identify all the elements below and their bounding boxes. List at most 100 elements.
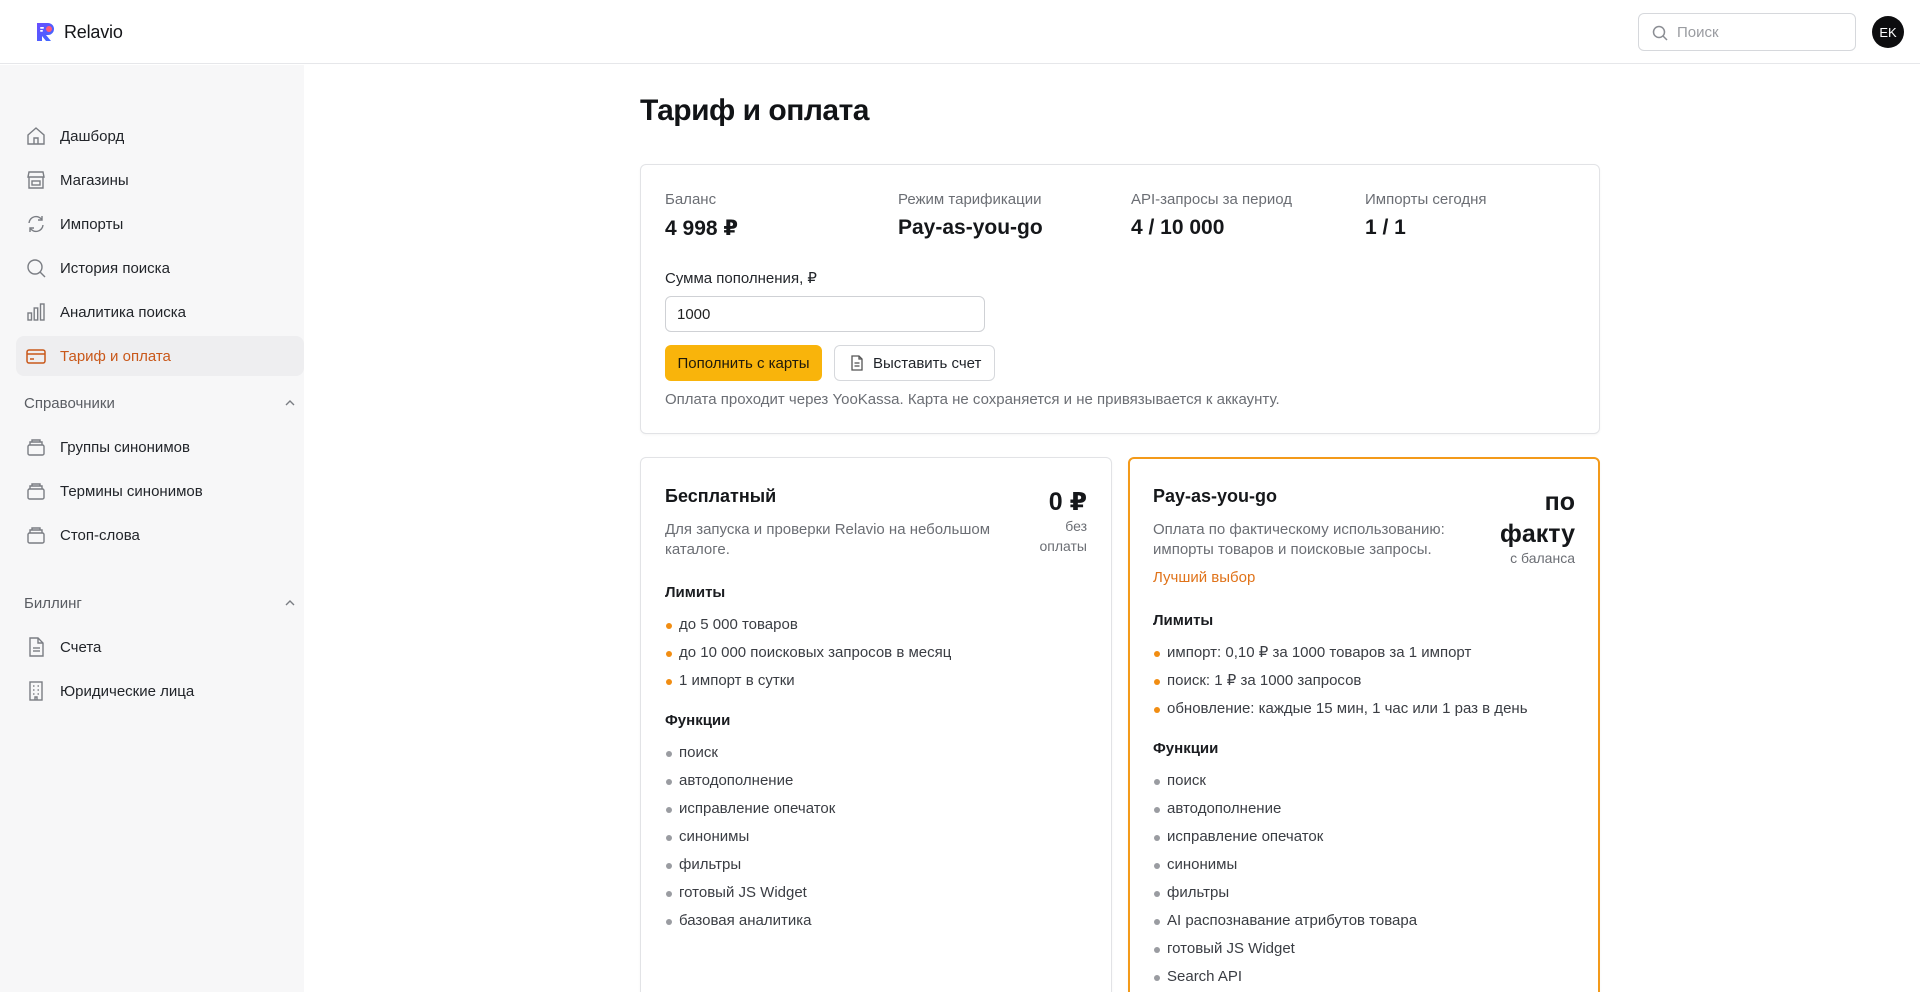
list-item: готовый JS Widget [1153, 939, 1417, 967]
sidebar-item-label: Тариф и оплата [60, 347, 171, 365]
stat-billing-mode: Режим тарификации Pay-as-you-go [898, 191, 1043, 240]
stat-value: Pay-as-you-go [898, 216, 1043, 239]
features-title: Функции [665, 712, 731, 729]
stat-api-requests: API-запросы за период 4 / 10 000 [1131, 191, 1292, 240]
plan-card-free: Бесплатный Для запуска и проверки Relavi… [640, 457, 1112, 992]
sidebar-item-label: История поиска [60, 259, 170, 277]
plan-price-note: без [1065, 518, 1087, 534]
chevron-up-icon [285, 600, 295, 606]
stat-label: Режим тарификации [898, 191, 1042, 208]
plan-card-pay-as-you-go: Pay-as-you-go Оплата по фактическому исп… [1128, 457, 1600, 992]
plan-price: факту [1499, 520, 1575, 548]
home-icon [27, 127, 45, 145]
issue-invoice-button[interactable]: Выставить счет [834, 345, 995, 381]
sidebar-item-imports[interactable]: Импорты [16, 204, 304, 244]
stat-balance: Баланс 4 998 ₽ [665, 191, 738, 241]
sidebar-item-label: Юридические лица [60, 682, 195, 700]
stat-label: Баланс [665, 191, 717, 208]
limits-list: до 5 000 товаров до 10 000 поисковых зап… [665, 615, 951, 699]
stat-label: Импорты сегодня [1365, 191, 1487, 208]
sidebar: Дашборд Магазины Импорты История поиска … [0, 65, 304, 992]
list-item: обновление: каждые 15 мин, 1 час или 1 р… [1153, 699, 1528, 727]
section-billing-toggle[interactable]: Биллинг [24, 591, 296, 615]
issue-invoice-label: Выставить счет [873, 354, 982, 372]
stat-imports-today: Импорты сегодня 1 / 1 [1365, 191, 1487, 240]
user-avatar[interactable]: EK [1872, 16, 1904, 48]
list-item: импорт: 0,10 ₽ за 1000 товаров за 1 импо… [1153, 643, 1528, 671]
app-logo[interactable]: Relavio [34, 21, 123, 43]
sidebar-item-invoices[interactable]: Счета [16, 627, 304, 667]
sidebar-item-label: Стоп-слова [60, 526, 140, 544]
sidebar-item-search-analytics[interactable]: Аналитика поиска [16, 292, 304, 332]
list-item: автодополнение [665, 771, 835, 799]
sidebar-item-stores[interactable]: Магазины [16, 160, 304, 200]
features-list: поиск автодополнение исправление опечато… [665, 743, 835, 939]
credit-card-icon [26, 349, 46, 364]
topup-amount-input[interactable] [665, 296, 985, 332]
stack-icon [27, 527, 45, 544]
stat-value: 4 998 ₽ [665, 217, 738, 240]
sidebar-item-label: Аналитика поиска [60, 303, 186, 321]
plan-name: Бесплатный [665, 486, 777, 506]
list-item: до 5 000 товаров [665, 615, 951, 643]
document-icon [29, 637, 44, 657]
search-box[interactable] [1638, 13, 1856, 51]
search-icon [27, 259, 46, 278]
pay-by-card-button[interactable]: Пополнить с карты [665, 345, 822, 381]
section-directories-toggle[interactable]: Справочники [24, 391, 296, 415]
features-list: поиск автодополнение исправление опечато… [1153, 771, 1417, 992]
top-header: Relavio EK [0, 0, 1920, 64]
sidebar-item-label: Счета [60, 638, 102, 656]
list-item: фильтры [665, 855, 835, 883]
sidebar-item-synonym-groups[interactable]: Группы синонимов [16, 427, 304, 467]
list-item: исправление опечаток [1153, 827, 1417, 855]
app-name: Relavio [64, 21, 123, 42]
section-title: Биллинг [24, 594, 82, 612]
sidebar-item-synonym-terms[interactable]: Термины синонимов [16, 471, 304, 511]
list-item: автодополнение [1153, 799, 1417, 827]
list-item: исправление опечаток [665, 799, 835, 827]
plan-name: Pay-as-you-go [1153, 486, 1278, 506]
list-item: фильтры [1153, 883, 1417, 911]
stat-value: 4 / 10 000 [1131, 216, 1225, 239]
sidebar-item-stop-words[interactable]: Стоп-слова [16, 515, 304, 555]
sidebar-item-billing-plan[interactable]: Тариф и оплата [16, 336, 304, 376]
limits-title: Лимиты [1153, 612, 1214, 629]
sidebar-item-dashboard[interactable]: Дашборд [16, 116, 304, 156]
stack-icon [27, 483, 45, 500]
list-item: базовая аналитика [665, 911, 835, 939]
plan-price-note: оплаты [1039, 538, 1088, 554]
logo-icon [37, 23, 54, 41]
sidebar-item-label: Термины синонимов [60, 482, 203, 500]
limits-title: Лимиты [665, 584, 726, 601]
building-icon [29, 681, 43, 701]
stack-icon [27, 439, 45, 456]
list-item: поиск: 1 ₽ за 1000 запросов [1153, 671, 1528, 699]
sidebar-item-label: Дашборд [60, 127, 125, 145]
list-item: поиск [1153, 771, 1417, 799]
features-title: Функции [1153, 740, 1219, 757]
best-choice-badge: Лучший выбор [1153, 569, 1256, 586]
sidebar-item-search-history[interactable]: История поиска [16, 248, 304, 288]
stat-label: API-запросы за период [1131, 191, 1292, 208]
search-icon [1652, 25, 1668, 41]
list-item: готовый JS Widget [665, 883, 835, 911]
sidebar-item-label: Магазины [60, 171, 129, 189]
section-title: Справочники [24, 394, 115, 412]
refresh-icon [28, 215, 44, 233]
page-title: Тариф и оплата [640, 94, 869, 127]
topup-amount-label: Сумма пополнения, ₽ [665, 270, 817, 287]
list-item: поиск [665, 743, 835, 771]
search-input[interactable] [1677, 22, 1847, 42]
plan-description: Оплата по фактическому использованию: им… [1153, 521, 1445, 558]
list-item: 1 импорт в сутки [665, 671, 951, 699]
list-item: синонимы [1153, 855, 1417, 883]
list-item: Search API [1153, 967, 1417, 992]
plan-description: Для запуска и проверки Relavio на неболь… [665, 521, 991, 558]
sidebar-item-legal-entities[interactable]: Юридические лица [16, 671, 304, 711]
list-item: до 10 000 поисковых запросов в месяц [665, 643, 951, 671]
document-icon [851, 355, 863, 371]
bar-chart-icon [27, 303, 45, 321]
plan-price: по [1544, 488, 1575, 516]
store-icon [27, 171, 45, 189]
